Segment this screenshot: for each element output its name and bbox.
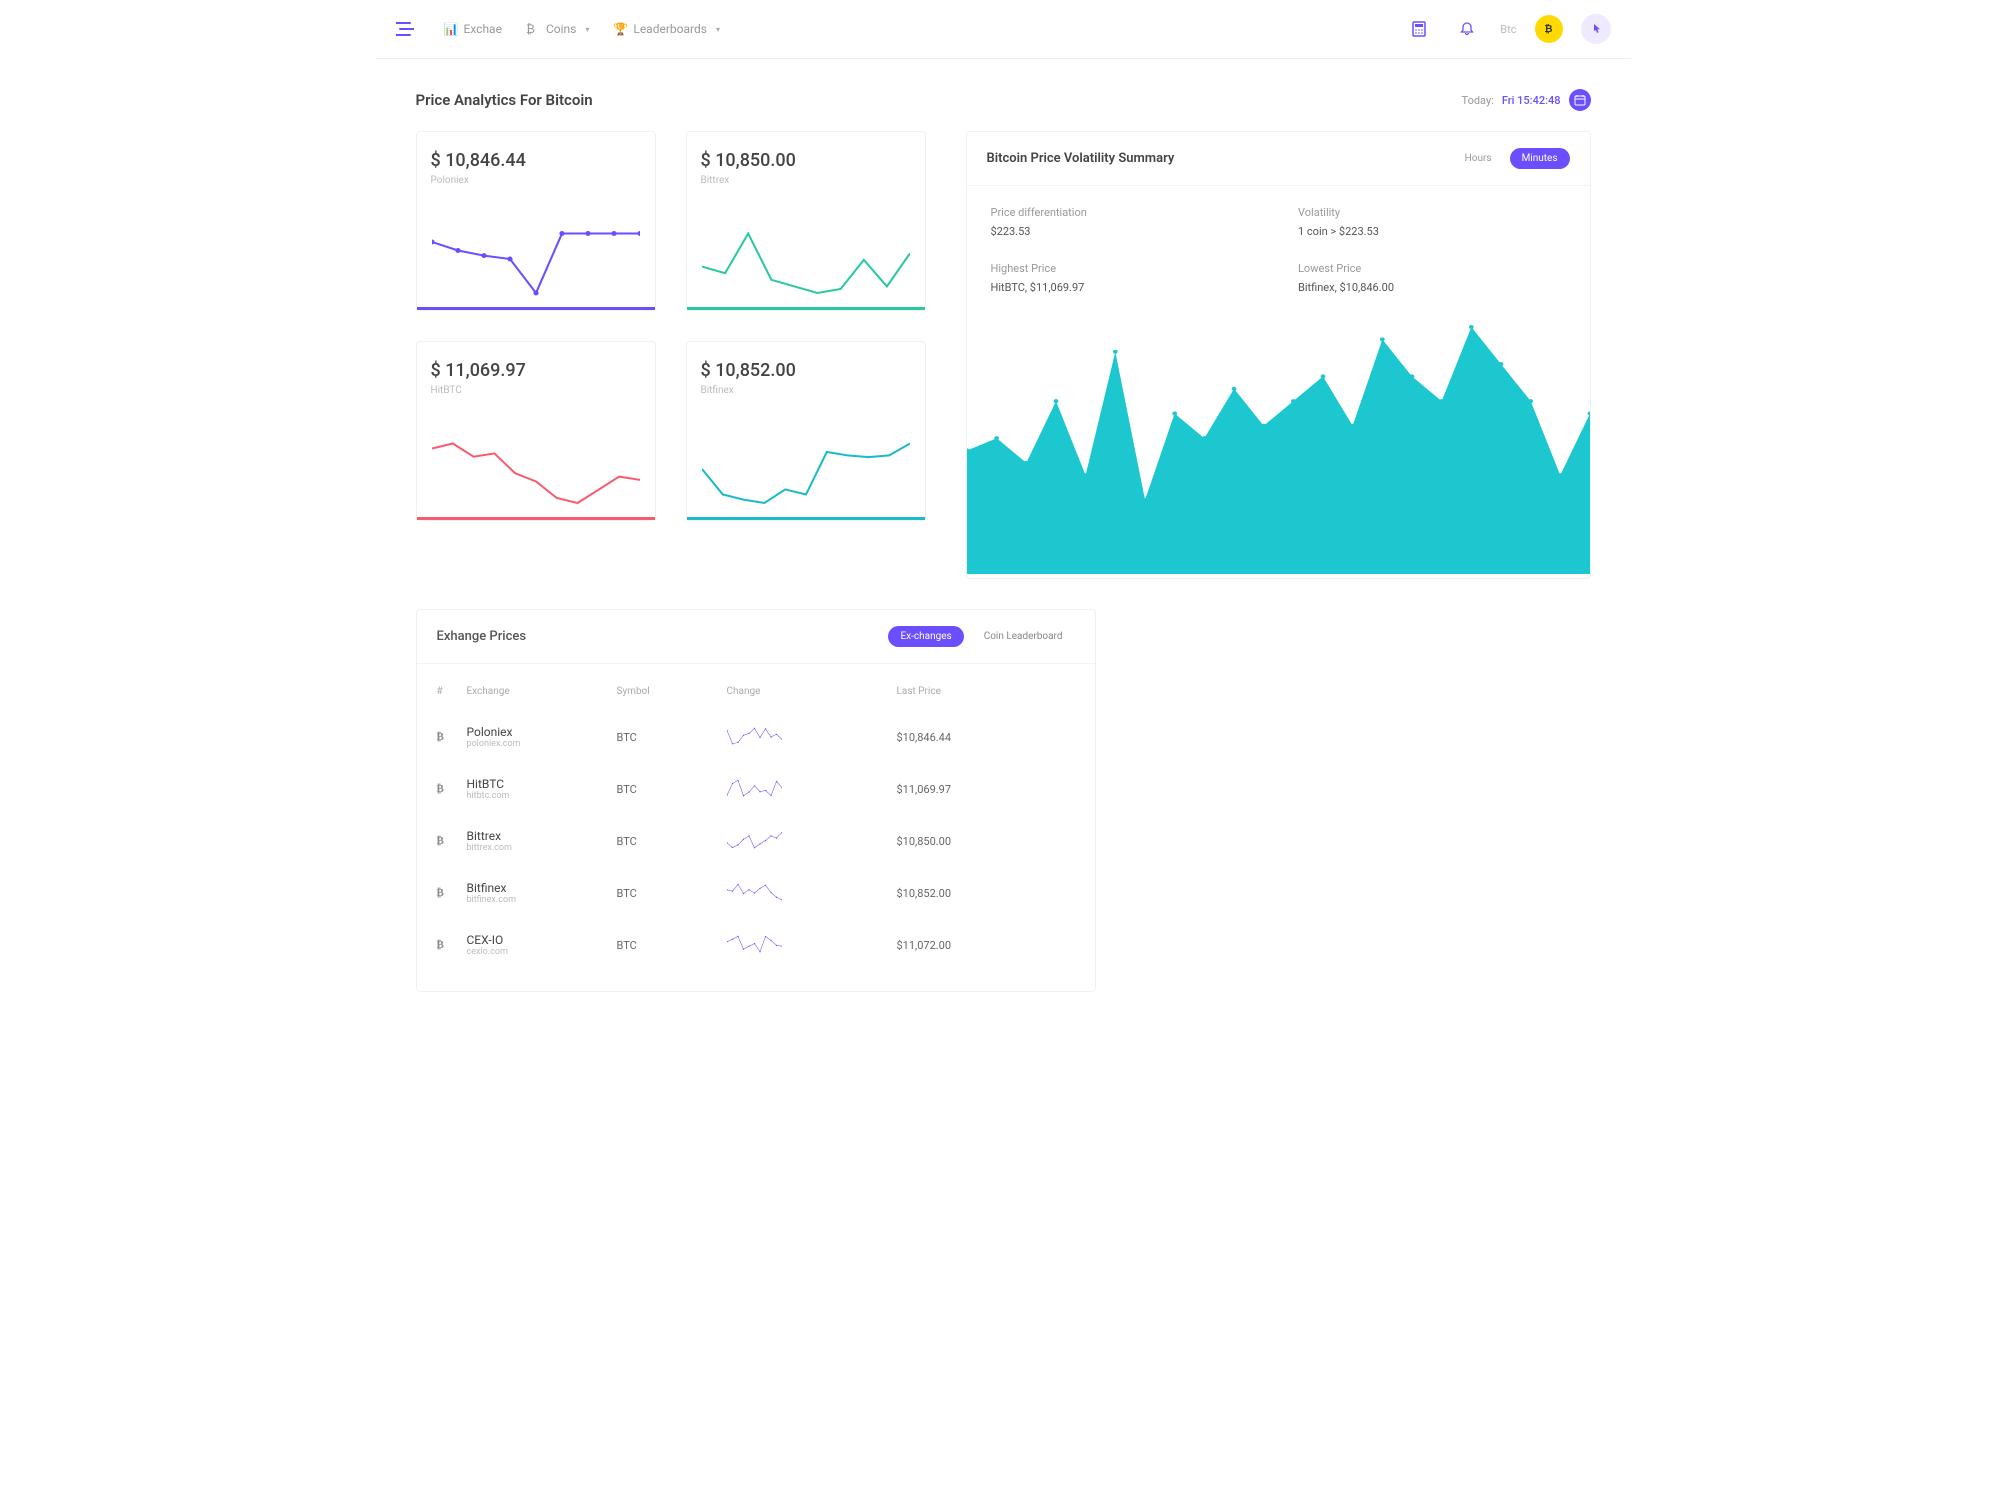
volatility-card: Bitcoin Price Volatility Summary Hours M… xyxy=(966,131,1591,579)
symbol: BTC xyxy=(617,887,727,900)
price-value: $ 10,850.00 xyxy=(701,150,911,171)
exchange-name: Bittrex xyxy=(467,829,617,843)
stat-value: HitBTC, $11,069.97 xyxy=(991,281,1259,294)
nav-exchange[interactable]: 📊Exchae xyxy=(444,22,502,36)
btc-label: Btc xyxy=(1500,23,1516,36)
table-row[interactable]: ₿ Bittrexbittrex.com BTC $10,850.00 xyxy=(437,815,1075,867)
bitcoin-icon: ₿ xyxy=(437,887,467,899)
stat-label: Lowest Price xyxy=(1298,262,1566,275)
nav-coins[interactable]: ₿Coins▾ xyxy=(526,22,589,36)
exchange-label: Bitfinex xyxy=(701,385,911,396)
exchange-site: bitfinex.com xyxy=(467,895,617,905)
table-row[interactable]: ₿ Poloniexpoloniex.com BTC $10,846.44 xyxy=(437,711,1075,763)
stat-label: Price differentiation xyxy=(991,206,1259,219)
exchange-site: poloniex.com xyxy=(467,739,617,749)
exchange-prices-panel: Exhange Prices Ex-changes Coin Leaderboa… xyxy=(416,609,1096,992)
sparkline xyxy=(432,228,640,298)
coin-badge[interactable]: ₿ xyxy=(1535,15,1563,43)
bitcoin-icon: ₿ xyxy=(437,783,467,795)
exchange-site: hitbtc.com xyxy=(467,791,617,801)
sparkline xyxy=(702,438,910,508)
bitcoin-icon: ₿ xyxy=(437,731,467,743)
table-header: #ExchangeSymbolChangeLast Price xyxy=(437,672,1075,711)
change-sparkline xyxy=(727,779,782,797)
price-value: $ 10,852.00 xyxy=(701,360,911,381)
stat-label: Highest Price xyxy=(991,262,1259,275)
chart-area-icon: 📊 xyxy=(444,22,458,36)
stat-value: $223.53 xyxy=(991,225,1259,238)
price-card-bittrex[interactable]: $ 10,850.00 Bittrex xyxy=(686,131,926,311)
symbol: BTC xyxy=(617,835,727,848)
last-price: $10,852.00 xyxy=(897,887,1075,900)
chevron-down-icon: ▾ xyxy=(716,25,720,34)
stat-value: 1 coin > $223.53 xyxy=(1298,225,1566,238)
exchange-label: Poloniex xyxy=(431,175,641,186)
nav-leaderboards[interactable]: 🏆Leaderboards▾ xyxy=(613,22,720,36)
price-card-bitfinex[interactable]: $ 10,852.00 Bitfinex xyxy=(686,341,926,521)
table-row[interactable]: ₿ CEX-IOcexio.com BTC $11,072.00 xyxy=(437,919,1075,971)
topbar: 📊Exchae ₿Coins▾ 🏆Leaderboards▾ Btc ₿ xyxy=(376,0,1631,59)
exchange-name: CEX-IO xyxy=(467,933,617,947)
price-value: $ 10,846.44 xyxy=(431,150,641,171)
toggle-hours[interactable]: Hours xyxy=(1453,148,1504,169)
change-sparkline xyxy=(727,883,782,901)
last-price: $11,072.00 xyxy=(897,939,1075,952)
chevron-down-icon: ▾ xyxy=(585,25,589,34)
table-row[interactable]: ₿ HitBTChitbtc.com BTC $11,069.97 xyxy=(437,763,1075,815)
tab-exchanges[interactable]: Ex-changes xyxy=(888,626,963,647)
stat-value: Bitfinex, $10,846.00 xyxy=(1298,281,1566,294)
change-sparkline xyxy=(727,831,782,849)
exchange-name: Poloniex xyxy=(467,725,617,739)
last-price: $10,850.00 xyxy=(897,835,1075,848)
stat-label: Volatility xyxy=(1298,206,1566,219)
symbol: BTC xyxy=(617,783,727,796)
exchange-label: HitBTC xyxy=(431,385,641,396)
symbol: BTC xyxy=(617,731,727,744)
table-row[interactable]: ₿ Bitfinexbitfinex.com BTC $10,852.00 xyxy=(437,867,1075,919)
bell-icon[interactable] xyxy=(1452,14,1482,44)
exchange-label: Bittrex xyxy=(701,175,911,186)
calculator-icon[interactable] xyxy=(1404,14,1434,44)
pointer-icon[interactable] xyxy=(1581,14,1611,44)
last-price: $10,846.44 xyxy=(897,731,1075,744)
trophy-icon: 🏆 xyxy=(613,22,627,36)
exchange-name: Bitfinex xyxy=(467,881,617,895)
toggle-minutes[interactable]: Minutes xyxy=(1510,148,1570,169)
price-value: $ 11,069.97 xyxy=(431,360,641,381)
exchange-site: cexio.com xyxy=(467,947,617,957)
price-card-hitbtc[interactable]: $ 11,069.97 HitBTC xyxy=(416,341,656,521)
exchange-name: HitBTC xyxy=(467,777,617,791)
volatility-title: Bitcoin Price Volatility Summary xyxy=(987,151,1175,166)
bitcoin-icon: ₿ xyxy=(526,22,540,36)
last-price: $11,069.97 xyxy=(897,783,1075,796)
change-sparkline xyxy=(727,727,782,745)
tab-coin-leaderboard[interactable]: Coin Leaderboard xyxy=(972,626,1075,647)
symbol: BTC xyxy=(617,939,727,952)
change-sparkline xyxy=(727,935,782,953)
bitcoin-icon: ₿ xyxy=(437,835,467,847)
page-title: Price Analytics For Bitcoin xyxy=(416,91,593,109)
bitcoin-icon: ₿ xyxy=(437,939,467,951)
sparkline xyxy=(702,228,910,298)
exchange-site: bittrex.com xyxy=(467,843,617,853)
sparkline xyxy=(432,438,640,508)
volatility-area-chart xyxy=(967,314,1590,574)
exchange-prices-title: Exhange Prices xyxy=(437,629,527,644)
calendar-icon[interactable] xyxy=(1569,89,1591,111)
price-card-poloniex[interactable]: $ 10,846.44 Poloniex xyxy=(416,131,656,311)
menu-icon[interactable] xyxy=(396,17,414,41)
today-label: Today: xyxy=(1462,94,1494,107)
date-value: Fri 15:42:48 xyxy=(1502,94,1561,107)
